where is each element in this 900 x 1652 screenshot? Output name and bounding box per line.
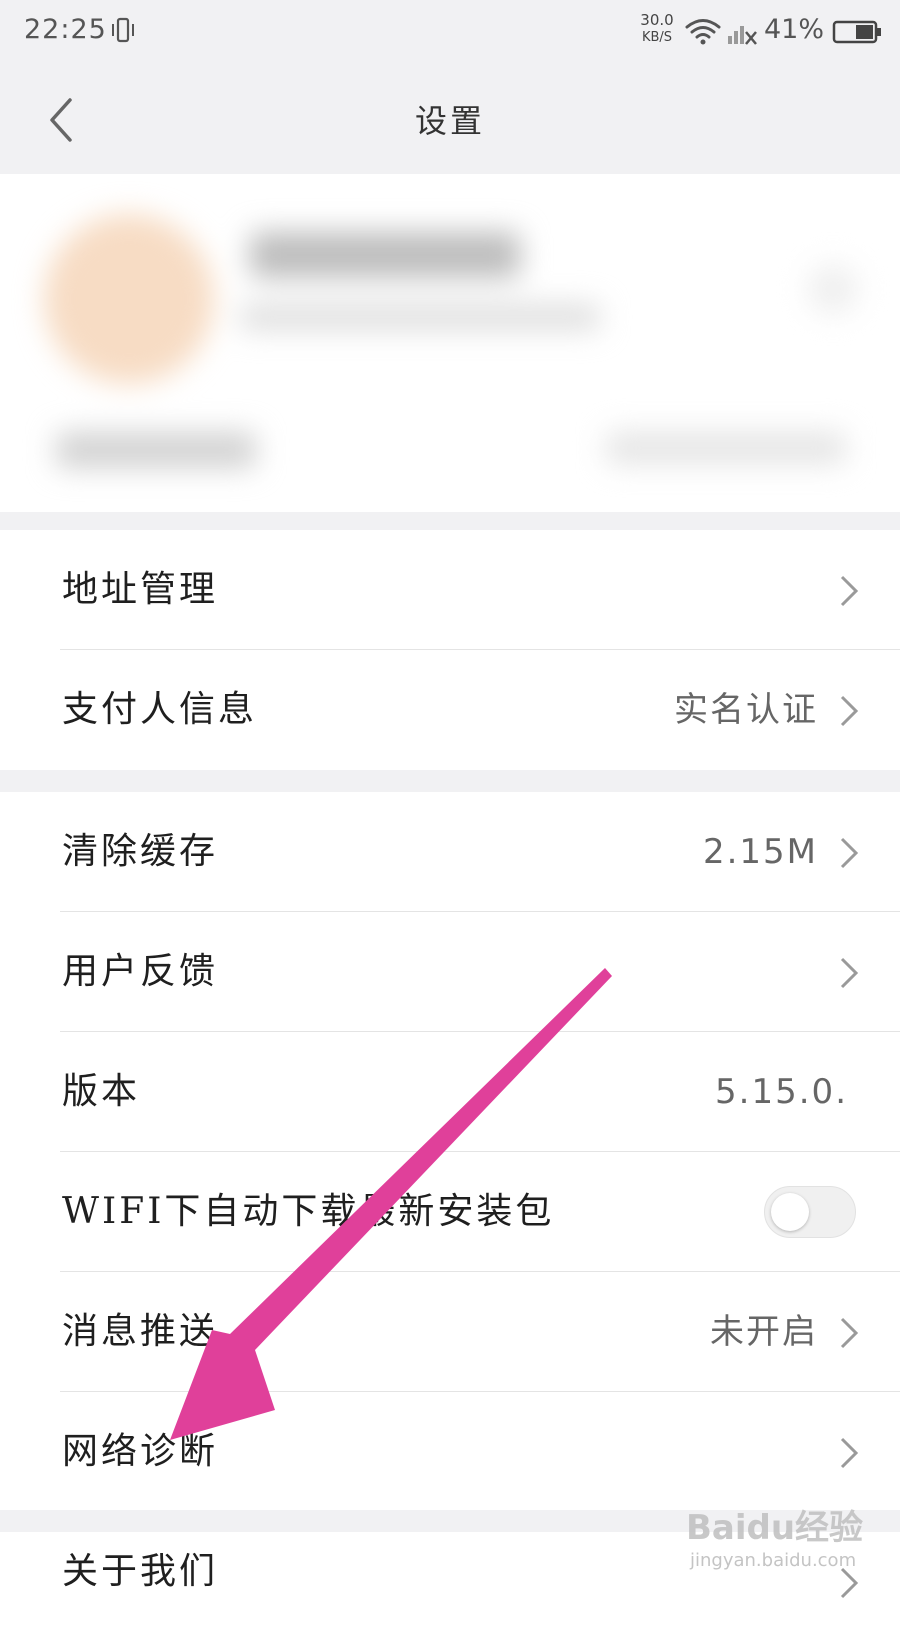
- settings-row-push-notification[interactable]: 消息推送 未开启: [0, 1272, 900, 1392]
- row-label: 用户反馈: [62, 951, 219, 992]
- row-label: 地址管理: [62, 569, 219, 610]
- row-label: 关于我们: [62, 1551, 219, 1592]
- settings-row-network-diagnosis[interactable]: 网络诊断: [0, 1392, 900, 1512]
- row-label: 清除缓存: [62, 831, 219, 872]
- network-speed-value: 30.0: [640, 11, 674, 29]
- network-speed-unit: KB/S: [641, 30, 673, 45]
- navigation-bar: 设置: [0, 64, 900, 174]
- settings-row-clear-cache[interactable]: 清除缓存 2.15M: [0, 792, 900, 912]
- row-label: 支付人信息: [62, 689, 258, 730]
- baidu-watermark: Baidu经验 jingyan.baidu.com: [686, 1498, 886, 1588]
- row-value: 未开启: [710, 1312, 818, 1352]
- settings-group-account: 地址管理 支付人信息 实名认证: [0, 530, 900, 770]
- chevron-right-icon: [840, 695, 859, 727]
- avatar: [44, 214, 214, 384]
- profile-row-label-blurred: [56, 432, 256, 468]
- profile-chevron-blurred: [808, 264, 858, 314]
- vibrate-icon: [112, 17, 134, 43]
- row-label: 网络诊断: [62, 1431, 219, 1472]
- chevron-right-icon: [840, 575, 859, 607]
- row-value: 实名认证: [674, 690, 818, 730]
- row-value: 2.15M: [702, 832, 818, 872]
- version-value: 5.15.0.: [715, 1072, 848, 1112]
- status-bar: 22:25 30.0 KB/S 41%: [0, 0, 900, 64]
- page-title: 设置: [414, 102, 485, 140]
- network-speed: 30.0 KB/S: [636, 12, 678, 46]
- wifi-auto-download-toggle[interactable]: [764, 1186, 856, 1238]
- settings-row-version: 版本 5.15.0.: [0, 1032, 900, 1152]
- battery-percent: 41%: [764, 14, 825, 45]
- row-label: 版本: [62, 1071, 141, 1112]
- profile-name-blurred: [250, 232, 520, 278]
- battery-icon: [832, 20, 881, 44]
- settings-group-general: 清除缓存 2.15M 用户反馈 版本 5.15.0. WIFI下自动下载最新安装…: [0, 792, 900, 1510]
- settings-row-payer-info[interactable]: 支付人信息 实名认证: [0, 650, 900, 770]
- settings-row-wifi-auto-download: WIFI下自动下载最新安装包: [0, 1152, 900, 1272]
- settings-row-address[interactable]: 地址管理: [0, 530, 900, 650]
- profile-row-value-blurred: [606, 432, 846, 464]
- status-time: 22:25: [24, 14, 107, 45]
- signal-off-icon: [728, 26, 757, 45]
- toggle-knob: [771, 1193, 809, 1231]
- profile-subtitle-blurred: [240, 304, 600, 330]
- settings-row-feedback[interactable]: 用户反馈: [0, 912, 900, 1032]
- chevron-right-icon: [840, 1317, 859, 1349]
- chevron-right-icon: [840, 957, 859, 989]
- row-label: WIFI下自动下载最新安装包: [62, 1191, 555, 1232]
- profile-blurred-content: [0, 174, 900, 512]
- watermark-url: jingyan.baidu.com: [690, 1550, 857, 1571]
- row-label: 消息推送: [62, 1311, 219, 1352]
- wifi-icon: [685, 19, 721, 45]
- chevron-right-icon: [840, 837, 859, 869]
- profile-card[interactable]: [0, 174, 900, 512]
- chevron-right-icon: [840, 1437, 859, 1469]
- watermark-logo: Baidu经验: [686, 1508, 864, 1548]
